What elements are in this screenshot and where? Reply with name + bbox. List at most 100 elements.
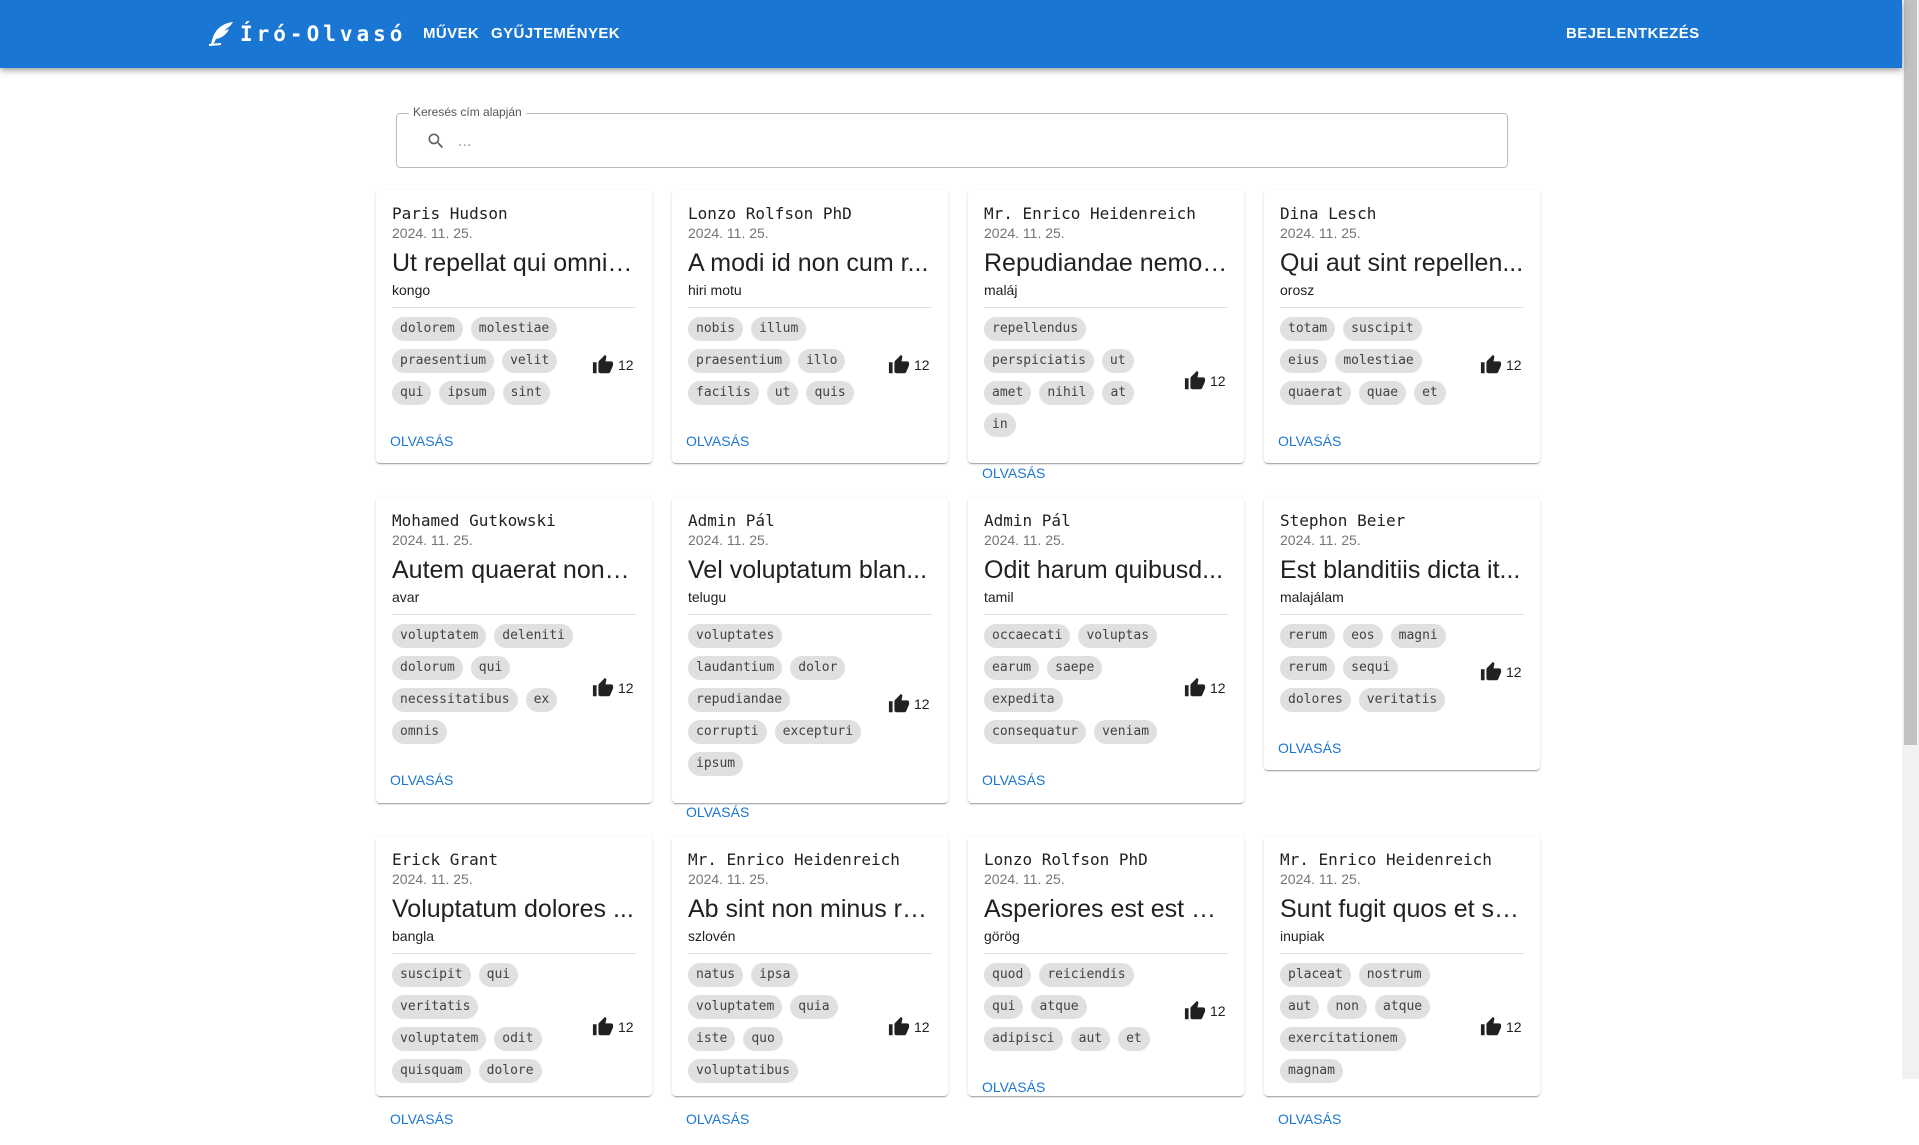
tag-chip[interactable]: voluptas (1078, 624, 1158, 648)
tag-chip[interactable]: odit (494, 1027, 542, 1051)
tag-chip[interactable]: ex (525, 688, 558, 712)
tag-chip[interactable]: quo (743, 1027, 783, 1051)
tag-chip[interactable]: amet (984, 381, 1032, 405)
tag-chip[interactable]: perspiciatis (984, 349, 1094, 373)
tag-chip[interactable]: quae (1358, 381, 1407, 405)
tag-chip[interactable]: repellendus (984, 317, 1087, 341)
nav-collections-button[interactable]: GYŰJTEMÉNYEK (491, 16, 620, 52)
tag-chip[interactable]: ipsa (751, 963, 799, 987)
read-button[interactable]: OLVASÁS (686, 431, 749, 467)
tag-chip[interactable]: repudiandae (688, 688, 791, 712)
tag-chip[interactable]: voluptatem (688, 995, 783, 1019)
tag-chip[interactable]: magnam (1280, 1059, 1343, 1083)
tag-chip[interactable]: facilis (688, 381, 759, 405)
read-button[interactable]: OLVASÁS (982, 1077, 1045, 1113)
read-button[interactable]: OLVASÁS (982, 463, 1045, 499)
like-button[interactable]: 12 (1480, 1016, 1522, 1038)
like-button[interactable]: 12 (1480, 354, 1522, 376)
like-button[interactable]: 12 (888, 693, 930, 715)
tag-chip[interactable]: quisquam (392, 1059, 471, 1083)
tag-chip[interactable]: dolorum (392, 656, 463, 680)
like-button[interactable]: 12 (1184, 370, 1226, 392)
read-button[interactable]: OLVASÁS (982, 770, 1045, 806)
read-button[interactable]: OLVASÁS (390, 1109, 453, 1145)
tag-chip[interactable]: expedita (984, 688, 1063, 712)
tag-chip[interactable]: reiciendis (1039, 963, 1134, 987)
read-button[interactable]: OLVASÁS (686, 802, 749, 838)
brand-title[interactable]: Író-Olvasó (240, 17, 406, 51)
tag-chip[interactable]: molestiae (470, 317, 558, 341)
tag-chip[interactable]: eos (1343, 624, 1383, 648)
tag-chip[interactable]: dolor (790, 656, 846, 680)
tag-chip[interactable]: aut (1280, 995, 1320, 1019)
tag-chip[interactable]: ipsum (439, 381, 495, 405)
tag-chip[interactable]: dolorem (392, 317, 463, 341)
tag-chip[interactable]: quaerat (1280, 381, 1351, 405)
tag-chip[interactable]: veritatis (1358, 688, 1446, 712)
tag-chip[interactable]: qui (470, 656, 511, 680)
tag-chip[interactable]: quod (984, 963, 1032, 987)
like-button[interactable]: 12 (592, 1016, 634, 1038)
like-button[interactable]: 12 (888, 354, 930, 376)
tag-chip[interactable]: voluptatem (392, 1027, 487, 1051)
tag-chip[interactable]: molestiae (1335, 349, 1422, 373)
tag-chip[interactable]: ut (1101, 349, 1134, 373)
tag-chip[interactable]: sint (502, 381, 550, 405)
tag-chip[interactable]: voluptates (688, 624, 783, 648)
tag-chip[interactable]: rerum (1280, 656, 1336, 680)
tag-chip[interactable]: suscipit (392, 963, 471, 987)
tag-chip[interactable]: atque (1031, 995, 1087, 1019)
search-input[interactable] (456, 126, 1460, 158)
tag-chip[interactable]: totam (1280, 317, 1336, 341)
tag-chip[interactable]: consequatur (984, 720, 1087, 744)
tag-chip[interactable]: iste (688, 1027, 736, 1051)
tag-chip[interactable]: qui (392, 381, 432, 405)
tag-chip[interactable]: nostrum (1358, 963, 1430, 987)
tag-chip[interactable]: quia (790, 995, 838, 1019)
tag-chip[interactable]: aut (1070, 1027, 1111, 1051)
tag-chip[interactable]: dolore (478, 1059, 542, 1083)
tag-chip[interactable]: sequi (1343, 656, 1399, 680)
tag-chip[interactable]: necessitatibus (392, 688, 518, 712)
tag-chip[interactable]: illum (751, 317, 807, 341)
like-button[interactable]: 12 (1480, 661, 1522, 683)
scrollbar-thumb[interactable] (1904, 0, 1917, 745)
like-button[interactable]: 12 (592, 677, 634, 699)
like-button[interactable]: 12 (1184, 1000, 1226, 1022)
like-button[interactable]: 12 (888, 1016, 930, 1038)
tag-chip[interactable]: atque (1374, 995, 1431, 1019)
tag-chip[interactable]: velit (502, 349, 558, 373)
tag-chip[interactable]: praesentium (688, 349, 791, 373)
tag-chip[interactable]: at (1102, 381, 1135, 405)
tag-chip[interactable]: natus (688, 963, 744, 987)
like-button[interactable]: 12 (592, 354, 634, 376)
tag-chip[interactable]: eius (1280, 349, 1328, 373)
tag-chip[interactable]: laudantium (688, 656, 783, 680)
tag-chip[interactable]: placeat (1280, 963, 1351, 987)
tag-chip[interactable]: illo (798, 349, 846, 373)
tag-chip[interactable]: nihil (1039, 381, 1095, 405)
read-button[interactable]: OLVASÁS (1278, 431, 1341, 467)
tag-chip[interactable]: in (984, 413, 1016, 437)
tag-chip[interactable]: qui (478, 963, 519, 987)
read-button[interactable]: OLVASÁS (1278, 738, 1341, 774)
tag-chip[interactable]: quis (806, 381, 854, 405)
tag-chip[interactable]: ut (766, 381, 799, 405)
tag-chip[interactable]: et (1414, 381, 1446, 405)
nav-works-button[interactable]: MŰVEK (423, 16, 479, 52)
tag-chip[interactable]: et (1118, 1027, 1150, 1051)
like-button[interactable]: 12 (1184, 677, 1226, 699)
tag-chip[interactable]: saepe (1047, 656, 1103, 680)
tag-chip[interactable]: occaecati (984, 624, 1071, 648)
tag-chip[interactable]: corrupti (688, 720, 767, 744)
tag-chip[interactable]: veniam (1094, 720, 1158, 744)
tag-chip[interactable]: nobis (688, 317, 744, 341)
tag-chip[interactable]: deleniti (494, 624, 573, 648)
tag-chip[interactable]: voluptatem (392, 624, 487, 648)
read-button[interactable]: OLVASÁS (390, 770, 453, 806)
tag-chip[interactable]: magni (1390, 624, 1446, 648)
tag-chip[interactable]: suscipit (1343, 317, 1422, 341)
tag-chip[interactable]: earum (984, 656, 1040, 680)
read-button[interactable]: OLVASÁS (390, 431, 453, 467)
tag-chip[interactable]: exercitationem (1280, 1027, 1406, 1051)
